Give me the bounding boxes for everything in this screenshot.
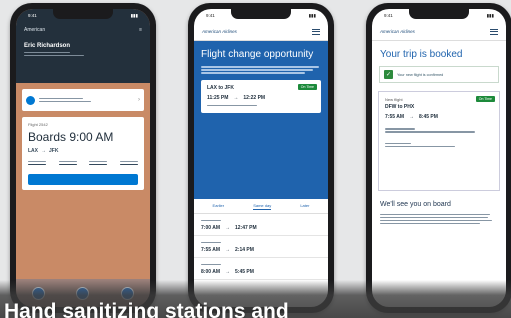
new-flight-card[interactable]: On Time New flight DFW to PHX 7:55 AM → … (378, 91, 500, 191)
trip-booked-screen: 9:41 ▮▮▮ American Airlines Your trip is b… (372, 9, 506, 307)
arrow-right-icon: → (41, 148, 46, 154)
flight-change-screen: 9:41 ▮▮▮ American Airlines Flight change … (194, 9, 328, 307)
alert-text (39, 96, 134, 104)
section-title: We'll see you on board (380, 201, 451, 208)
arrow-right-icon: → (409, 114, 414, 120)
status-badge: On Time (297, 83, 317, 90)
hamburger-menu-icon[interactable] (490, 28, 498, 35)
arrow-right-icon: → (225, 247, 230, 254)
flight-option-times: 8:00 AM → 5:45 PM (201, 269, 321, 275)
confirmation-banner: ✓ Your new flight is confirmed (379, 66, 499, 83)
arrive-time: 8:45 PM (419, 114, 438, 120)
hero-description (201, 66, 321, 74)
depart-time: 7:55 AM (385, 114, 404, 120)
depart-time: 11:25 PM (207, 94, 229, 101)
home-screen: 9:41 ▮▮▮ American ≡ Eric Richardson › Fli… (16, 9, 150, 307)
flight-number: Flight 2542 (28, 122, 48, 127)
date-tabs: Earlier Same day Later (194, 199, 328, 214)
passenger-status (16, 49, 150, 59)
phone-notch (231, 9, 291, 19)
option-arrive: 12:47 PM (235, 225, 257, 232)
current-times: 11:25 PM → 12:22 PM (207, 95, 315, 101)
option-depart: 7:55 AM (201, 247, 220, 254)
phone-trip-booked: 9:41 ▮▮▮ American Airlines Your trip is b… (366, 3, 511, 313)
phone-notch (409, 9, 469, 19)
page-title: Your trip is booked (380, 49, 463, 60)
flight-details-grid (28, 159, 138, 167)
section-body (372, 213, 506, 225)
option-depart: 8:00 AM (201, 269, 220, 276)
arrow-right-icon: → (225, 269, 230, 276)
home-brand-row: American ≡ (16, 23, 150, 37)
brand-logo: American Airlines (202, 29, 237, 34)
passenger-name: Eric Richardson (24, 43, 71, 49)
route-to: JFK (49, 148, 59, 154)
tab-same-day[interactable]: Same day (253, 203, 272, 210)
video-caption: Hand sanitizing stations and (4, 300, 289, 318)
route-from: LAX (28, 148, 38, 154)
flight-card[interactable]: Flight 2542 Boards 9:00 AM LAX → JFK (22, 117, 144, 190)
current-flight-card[interactable]: On Time LAX to JFK 11:25 PM → 12:22 PM (201, 79, 321, 113)
screenshot-stage: 9:41 ▮▮▮ American ≡ Eric Richardson › Fli… (0, 0, 511, 318)
card-details (385, 142, 493, 148)
hero-title: Flight change opportunity (201, 49, 314, 60)
tab-earlier[interactable]: Earlier (213, 203, 225, 210)
option-arrive: 2:14 PM (235, 247, 254, 254)
option-arrive: 5:45 PM (235, 269, 254, 276)
flight-option-row[interactable]: 7:55 AM → 2:14 PM (194, 236, 328, 259)
confirmation-text: Your new flight is confirmed (397, 72, 444, 77)
chevron-right-icon: › (138, 97, 140, 103)
app-header: American Airlines (194, 23, 328, 41)
arrow-right-icon: → (225, 225, 230, 232)
hamburger-menu-icon[interactable] (312, 28, 320, 35)
brand-logo: American Airlines (380, 29, 415, 34)
brand-label: American (24, 27, 46, 33)
new-times: 7:55 AM → 8:45 PM (385, 114, 493, 120)
flight-option-times: 7:55 AM → 2:14 PM (201, 247, 321, 253)
phone-notch (53, 9, 113, 19)
status-badge: On Time (475, 96, 495, 102)
flight-option-row[interactable]: 8:00 AM → 5:45 PM (194, 258, 328, 281)
phone-home-screen: 9:41 ▮▮▮ American ≡ Eric Richardson › Fli… (10, 3, 156, 313)
option-depart: 7:00 AM (201, 225, 220, 232)
app-header: American Airlines (372, 23, 506, 41)
card-details (385, 128, 493, 133)
route-row: LAX → JFK (28, 148, 138, 154)
info-icon (26, 95, 35, 105)
arrow-right-icon: → (233, 94, 239, 101)
flight-change-hero: Flight change opportunity On Time LAX to… (194, 41, 328, 199)
tab-later[interactable]: Later (300, 203, 309, 210)
new-route: DFW to PHX (385, 104, 415, 110)
menu-icon[interactable]: ≡ (139, 27, 142, 33)
arrive-time: 12:22 PM (243, 94, 266, 101)
check-icon: ✓ (384, 70, 393, 79)
home-header: 9:41 ▮▮▮ American ≡ Eric Richardson (16, 9, 150, 83)
phone-flight-change: 9:41 ▮▮▮ American Airlines Flight change … (188, 3, 334, 313)
flight-option-times: 7:00 AM → 12:47 PM (201, 225, 321, 231)
flight-change-alert[interactable]: › (22, 89, 144, 111)
boarding-pass-button[interactable] (28, 173, 138, 185)
flight-option-row[interactable]: 7:00 AM → 12:47 PM (194, 214, 328, 237)
boarding-time: Boards 9:00 AM (28, 130, 114, 144)
